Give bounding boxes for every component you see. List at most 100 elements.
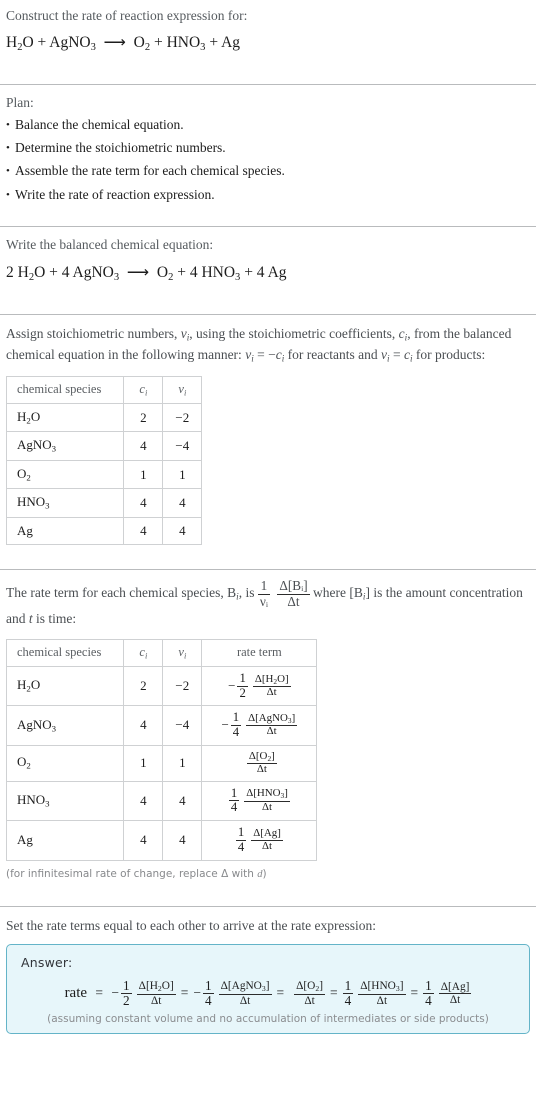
coefficient-numerator: 1 — [237, 825, 245, 840]
table-row: HNO3 4 4 1 4 Δ[HNO3] Δt — [5, 780, 318, 822]
rate-term-coefficient: 14 — [228, 785, 240, 816]
rate-term-coefficient: 14 — [230, 710, 242, 740]
cell-species: HNO3 — [5, 488, 125, 518]
question-equation: H2O + AgNO3 ⟶ O2 + HNO3 + Ag — [6, 34, 241, 54]
rate-label: rate — [64, 984, 88, 1001]
balanced-title: Write the balanced chemical equation: — [6, 236, 214, 252]
equals-sign: = — [95, 985, 104, 1001]
cell-rate-term: −1 2 Δ[H2O] Δt — [201, 665, 318, 707]
coefficient-numerator: 1 — [344, 977, 352, 993]
delta-concentration: Δ[HNO3] — [360, 980, 404, 994]
cell-species: HNO3 — [5, 780, 125, 822]
delta-concentration: Δ[H2O] — [138, 980, 174, 994]
rate-term-delta-fraction: Δ[O2] Δt — [246, 749, 277, 776]
coefficient-denominator: 2 — [121, 992, 132, 1008]
final-title: Set the rate terms equal to each other t… — [6, 917, 376, 933]
rate-term-delta-fraction: Δ[AgNO3] Δt — [218, 980, 272, 1007]
cell-vi: 4 — [162, 820, 203, 861]
coefficient-denominator: 4 — [230, 725, 242, 739]
table-row: Ag 4 4 1 4 Δ[Ag] Δt — [5, 820, 318, 861]
rate-term-delta-fraction: Δ[Ag] Δt — [438, 980, 472, 1007]
rate-term-coefficient: 14 — [423, 978, 434, 1009]
cell-ci: 4 — [123, 820, 164, 861]
plan-step: Determine the stoichiometric numbers. — [6, 136, 530, 159]
delta-b-numerator: Δ[Bᵢ] — [279, 578, 308, 594]
rate-term-sign: − — [228, 677, 236, 693]
col-rate-term: rate term — [201, 638, 318, 667]
coefficient-numerator: 1 — [123, 977, 130, 993]
delta-time: Δt — [246, 762, 277, 776]
delta-time: Δt — [246, 725, 298, 738]
plan-title: Plan: — [6, 94, 34, 110]
delta-time: Δt — [244, 800, 290, 814]
cell-vi: 4 — [162, 780, 203, 822]
delta-time: Δt — [252, 685, 291, 699]
rateterm-table-body: H2O 2 −2−1 2 Δ[H2O] Δt AgNO3 4 −4−1 4 Δ[AgNO3] Δt O2… — [5, 665, 318, 861]
table-row: HNO3 4 4 — [5, 488, 203, 518]
rate-term-delta-fraction: Δ[AgNO3] Δt — [246, 712, 298, 738]
rate-term-delta-fraction: Δ[O2] Δt — [294, 980, 326, 1007]
table-row: AgNO3 4 −4 — [5, 431, 203, 461]
delta-concentration: Δ[Ag] — [440, 980, 470, 993]
cell-rate-term: −1 4 Δ[AgNO3] Δt — [201, 705, 318, 746]
cell-species: AgNO3 — [5, 431, 125, 461]
delta-concentration: Δ[O2] — [248, 749, 275, 763]
table-row: O2 1 1 — [5, 459, 203, 490]
rateterm-paragraph: The rate term for each chemical species,… — [0, 570, 536, 629]
rate-term-delta-fraction: Δ[HNO3] Δt — [244, 787, 290, 814]
cell-vi: 4 — [162, 488, 203, 518]
rate-term-sign: − — [221, 717, 229, 733]
col-vi: νi — [162, 375, 203, 404]
cell-species: Ag — [5, 516, 125, 546]
col-chemical-species: chemical species — [5, 638, 125, 667]
question-prompt: Construct the rate of reaction expressio… — [6, 8, 248, 23]
stoich-table: chemical species ci νi H2O 2 −2 AgNO3 4 … — [5, 375, 203, 546]
table-row: AgNO3 4 −4−1 4 Δ[AgNO3] Δt — [5, 705, 318, 746]
rate-term-sign: − — [111, 985, 120, 1001]
rateterm-text-pre: The rate term for each chemical species,… — [6, 585, 255, 602]
rate-expression: rate = −1 2 Δ[H2O] Δt = −1 4 Δ[AgNO3] Δt = Δ[O2] Δt… — [17, 970, 519, 1010]
cell-ci: 4 — [123, 431, 164, 461]
cell-species: H2O — [5, 402, 125, 433]
rate-term: 1 4 Δ[Ag] Δt — [235, 825, 283, 855]
delta-concentration: Δ[AgNO3] — [220, 980, 270, 994]
table-row: O2 1 1 Δ[O2] Δt — [5, 744, 318, 782]
rate-term: Δ[O2] Δt — [242, 749, 277, 776]
table-row: H2O 2 −2−1 2 Δ[H2O] Δt — [5, 665, 318, 707]
rate-term: −1 4 Δ[AgNO3] Δt — [221, 710, 298, 740]
col-vi: νi — [162, 638, 203, 667]
table-header-row: chemical species ci νi — [5, 375, 203, 404]
rate-term: Δ[O2] Δt — [289, 980, 326, 1007]
cell-rate-term: 1 4 Δ[Ag] Δt — [201, 820, 318, 861]
table-header-row: chemical species ci νi rate term — [5, 638, 318, 667]
coefficient-numerator: 1 — [230, 785, 238, 800]
delta-time: Δt — [136, 993, 176, 1007]
delta-concentration: Δ[HNO3] — [246, 787, 288, 801]
coefficient-denominator: 4 — [342, 992, 354, 1008]
cell-ci: 2 — [123, 665, 164, 707]
table-row: H2O 2 −2 — [5, 402, 203, 433]
answer-label: Answer: — [21, 954, 73, 970]
coefficient-numerator: 1 — [204, 977, 212, 993]
rate-term: −1 4 Δ[AgNO3] Δt — [193, 977, 272, 1009]
cell-species: AgNO3 — [5, 705, 125, 746]
cell-species: O2 — [5, 744, 125, 782]
coefficient-denominator: 4 — [228, 800, 240, 815]
delta-time: Δt — [294, 993, 326, 1007]
cell-species: Ag — [5, 820, 125, 861]
rateterm-table: chemical species ci νi rate term H2O 2 −2−… — [5, 638, 318, 861]
equals-sign: = — [330, 985, 338, 1001]
delta-t-denominator: Δt — [277, 593, 310, 609]
stoich-paragraph: Assign stoichiometric numbers, νi, using… — [6, 325, 512, 364]
one-over-nu: 1 νᵢ — [257, 578, 270, 609]
equals-sign: = — [410, 985, 419, 1001]
rate-term: 1 4 Δ[HNO3] Δt — [342, 977, 406, 1009]
coefficient-numerator: 1 — [239, 670, 246, 685]
cell-species: O2 — [5, 459, 125, 490]
cell-species: H2O — [5, 665, 125, 707]
delta-time: Δt — [251, 839, 283, 853]
stoich-table-body: H2O 2 −2 AgNO3 4 −4 O2 1 1 HNO3 4 4 Ag 4… — [5, 402, 203, 546]
plan-step: Write the rate of reaction expression. — [6, 183, 530, 206]
plan-step: Assemble the rate term for each chemical… — [6, 159, 530, 182]
rate-term-coefficient: 14 — [202, 977, 214, 1009]
